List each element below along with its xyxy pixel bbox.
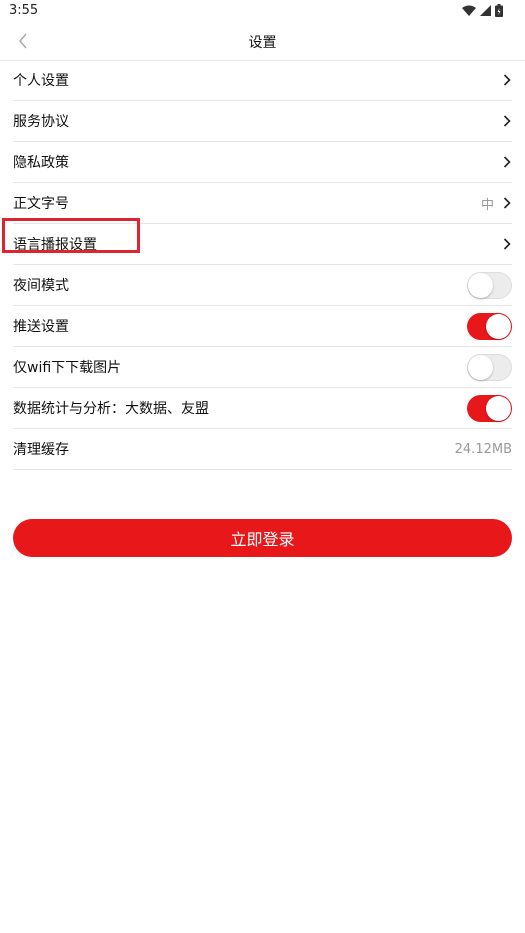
login-button[interactable]: 立即登录 — [13, 519, 512, 557]
settings-item-push: 推送设置 — [13, 306, 512, 347]
font-size-value: 中 — [480, 197, 494, 213]
settings-item-privacy[interactable]: 隐私政策 — [13, 142, 512, 183]
settings-item-label: 夜间模式 — [13, 278, 69, 294]
page-title: 设置 — [248, 35, 277, 51]
settings-item-service[interactable]: 服务协议 — [13, 101, 512, 142]
status-bar: 3:55 — [0, 0, 525, 22]
analytics-toggle[interactable] — [467, 394, 512, 422]
settings-item-night-mode: 夜间模式 — [13, 265, 512, 306]
status-icons — [462, 4, 503, 17]
settings-item-cache[interactable]: 清理缓存 24.12MB — [13, 429, 512, 470]
settings-item-label: 正文字号 — [13, 196, 69, 212]
toggle-knob — [468, 272, 493, 298]
settings-item-personal[interactable]: 个人设置 — [13, 60, 512, 101]
cache-size-value: 24.12MB — [454, 441, 512, 457]
status-time: 3:55 — [9, 3, 39, 18]
chevron-right-icon — [502, 196, 512, 210]
settings-item-label: 数据统计与分析：大数据、友盟 — [13, 401, 209, 417]
nav-bar: 设置 — [0, 22, 525, 61]
settings-item-label: 推送设置 — [13, 319, 69, 335]
settings-item-label: 清理缓存 — [13, 442, 69, 458]
toggle-knob — [486, 313, 511, 339]
settings-item-label: 服务协议 — [13, 114, 69, 130]
wifi-icon — [462, 5, 476, 16]
push-toggle[interactable] — [467, 312, 512, 340]
settings-item-label: 个人设置 — [13, 73, 69, 89]
settings-item-label: 仅wifi下下载图片 — [13, 360, 122, 376]
settings-item-wifi-images: 仅wifi下下载图片 — [13, 347, 512, 388]
toggle-knob — [486, 395, 511, 421]
toggle-knob — [468, 354, 493, 380]
battery-icon — [495, 4, 503, 17]
night-mode-toggle[interactable] — [467, 271, 512, 299]
wifi-images-toggle[interactable] — [467, 353, 512, 381]
highlight-box — [2, 218, 140, 253]
chevron-right-icon — [502, 73, 512, 87]
chevron-right-icon — [502, 114, 512, 128]
settings-item-analytics: 数据统计与分析：大数据、友盟 — [13, 388, 512, 429]
chevron-right-icon — [502, 237, 512, 251]
chevron-right-icon — [502, 155, 512, 169]
settings-list: 个人设置 服务协议 隐私政策 正文字号 中 语言播报设置 夜间模式 推送设置 仅… — [0, 60, 525, 470]
settings-item-label: 隐私政策 — [13, 155, 69, 171]
signal-icon — [480, 5, 491, 16]
